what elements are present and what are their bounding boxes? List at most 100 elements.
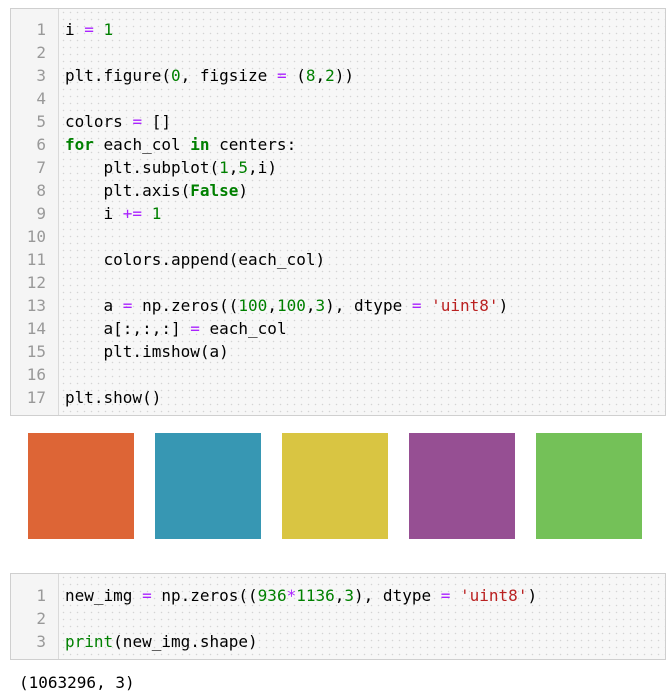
code-token: (: [286, 66, 306, 85]
code-token: =: [276, 66, 287, 85]
code-token: plt.subplot(: [65, 158, 220, 177]
code-token: new_img: [65, 586, 143, 605]
code-token: 1: [151, 204, 162, 223]
code-token: =: [122, 296, 133, 315]
line-number: 8: [36, 181, 46, 200]
code-token: ,i): [248, 158, 277, 177]
code-token: )): [334, 66, 355, 85]
code-token: 0: [170, 66, 181, 85]
code-token: +=: [122, 204, 143, 223]
code-token: plt.axis(: [65, 181, 191, 200]
code-token: plt.figure(: [65, 66, 171, 85]
code-token: 2: [325, 66, 335, 85]
code-text[interactable]: plt.figure(0, figsize = (8,2)): [65, 64, 354, 87]
code-text[interactable]: a[:,:,:] = each_col: [65, 317, 287, 340]
code-token: 'uint8': [460, 586, 528, 605]
code-line[interactable]: 16: [11, 363, 651, 386]
code-token: each_col: [93, 135, 191, 154]
line-number: 1: [36, 20, 46, 39]
line-number: 7: [36, 158, 46, 177]
code-line[interactable]: 13 a = np.zeros((100,100,3), dtype = 'ui…: [11, 294, 651, 317]
line-number: 5: [36, 112, 46, 131]
code-line[interactable]: 15 plt.imshow(a): [11, 340, 651, 363]
code-token: =: [142, 586, 152, 605]
code-text[interactable]: a = np.zeros((100,100,3), dtype = 'uint8…: [65, 294, 509, 317]
code-token: 'uint8': [431, 296, 499, 315]
code-line[interactable]: 5 colors = []: [11, 110, 651, 133]
code-text[interactable]: i += 1: [65, 202, 162, 225]
code-line[interactable]: 2: [11, 607, 651, 630]
code-token: =: [132, 112, 143, 131]
code-token: 1: [219, 158, 229, 177]
code-token: =: [190, 319, 200, 338]
cell-output-text: (1063296, 3): [19, 673, 135, 692]
code-token: 100: [276, 296, 306, 315]
code-token: colors.append(each_col): [65, 250, 326, 269]
line-number: 16: [26, 365, 46, 384]
code-token: plt.show(): [65, 388, 162, 407]
code-token: =: [84, 20, 94, 39]
code-line[interactable]: 9 i += 1: [11, 202, 651, 225]
code-token: colors: [65, 112, 133, 131]
code-line[interactable]: 3 plt.figure(0, figsize = (8,2)): [11, 64, 651, 87]
code-line[interactable]: 3 print(new_img.shape): [11, 630, 651, 653]
line-number: 2: [36, 43, 46, 62]
code-text[interactable]: plt.show(): [65, 386, 161, 409]
line-number: 2: [36, 609, 46, 628]
line-number: 11: [26, 250, 46, 269]
line-number: 14: [26, 319, 46, 338]
code-text[interactable]: new_img = np.zeros((936*1136,3), dtype =…: [65, 584, 537, 607]
color-swatch: [155, 433, 261, 539]
code-token: np.zeros((: [151, 586, 258, 605]
line-number: 10: [26, 227, 46, 246]
code-token: ): [498, 296, 509, 315]
code-text[interactable]: for each_col in centers:: [65, 133, 296, 156]
code-line[interactable]: 10: [11, 225, 651, 248]
code-line[interactable]: 1i = 1: [11, 18, 651, 41]
code-token: ), dtype: [354, 586, 441, 605]
code-cell-1[interactable]: 1i = 1 2 3 plt.figure(0, figsize = (8,2)) 4 5…: [10, 8, 666, 416]
code-line[interactable]: 4: [11, 87, 651, 110]
code-token: ,: [267, 296, 277, 315]
color-swatch: [28, 433, 134, 539]
line-number: 12: [26, 273, 46, 292]
code-line[interactable]: 7 plt.subplot(1,5,i): [11, 156, 651, 179]
code-line[interactable]: 17 plt.show(): [11, 386, 651, 409]
line-number: 13: [26, 296, 46, 315]
code-text[interactable]: plt.axis(False): [65, 179, 249, 202]
code-token: =: [440, 586, 451, 605]
code-token: ,: [315, 66, 326, 85]
color-swatch: [536, 433, 642, 539]
code-cell-2[interactable]: 1 new_img = np.zeros((936*1136,3), dtype …: [10, 573, 666, 660]
code-token: False: [190, 181, 239, 200]
code-token: 3: [315, 296, 326, 315]
code-token: 1: [103, 20, 114, 39]
code-line[interactable]: 6 for each_col in centers:: [11, 133, 651, 156]
code-text[interactable]: print(new_img.shape): [65, 630, 258, 653]
code-token: centers:: [209, 135, 297, 154]
code-text[interactable]: plt.subplot(1,5,i): [65, 156, 277, 179]
code-line[interactable]: 11 colors.append(each_col): [11, 248, 651, 271]
code-text[interactable]: i = 1: [65, 18, 113, 41]
code-token: ), dtype: [325, 296, 412, 315]
code-text[interactable]: colors.append(each_col): [65, 248, 326, 271]
code-text[interactable]: colors = []: [65, 110, 171, 133]
code-token: each_col: [199, 319, 287, 338]
code-token: 5: [238, 158, 249, 177]
code-token: i: [65, 20, 85, 39]
code-token: (new_img.shape): [113, 632, 258, 651]
line-number: 4: [36, 89, 46, 108]
line-number: 9: [36, 204, 46, 223]
code-line[interactable]: 2: [11, 41, 651, 64]
line-number: 3: [36, 632, 46, 651]
code-line[interactable]: 8 plt.axis(False): [11, 179, 651, 202]
code-text[interactable]: plt.imshow(a): [65, 340, 229, 363]
code-line[interactable]: 12: [11, 271, 651, 294]
code-token: in: [190, 135, 210, 154]
color-swatch: [282, 433, 388, 539]
code-line[interactable]: 1 new_img = np.zeros((936*1136,3), dtype …: [11, 584, 651, 607]
code-line[interactable]: 14 a[:,:,:] = each_col: [11, 317, 651, 340]
code-token: np.zeros((: [132, 296, 239, 315]
